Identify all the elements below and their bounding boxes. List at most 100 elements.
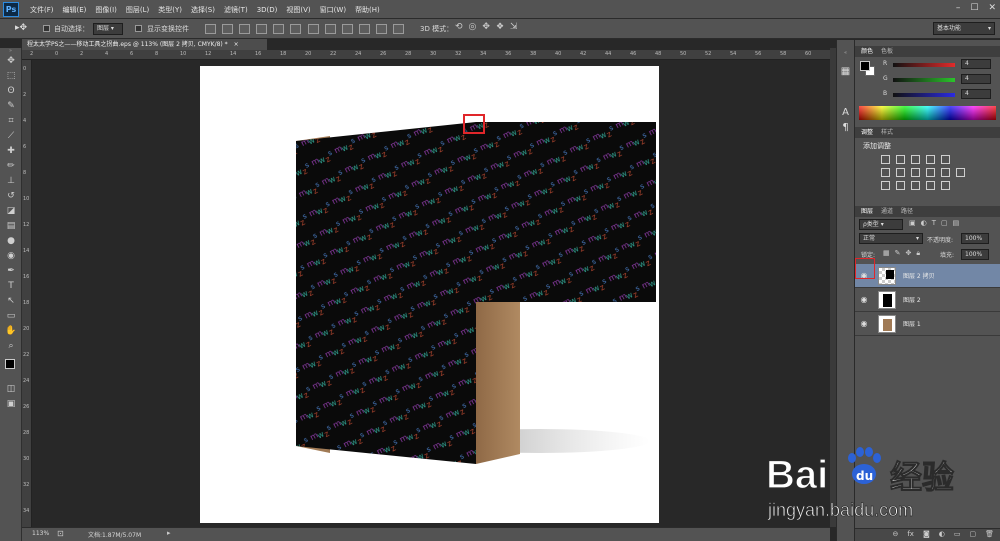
fill-field[interactable]: 100% (961, 249, 989, 260)
hand-tool-icon[interactable]: ✋ (0, 324, 22, 339)
gradient-tool-icon[interactable]: ▤ (0, 219, 22, 234)
blur-tool-icon[interactable]: ● (0, 234, 22, 249)
document-tab[interactable]: 程太太学PS之——移动工具之拐曲.eps @ 113% (图层 2 拷贝, CM… (22, 39, 267, 50)
menu-item[interactable]: 滤镜(T) (224, 5, 248, 15)
distribute-right-icon[interactable] (393, 24, 404, 34)
shape-tool-icon[interactable]: ▭ (0, 309, 22, 324)
channel-slider[interactable] (893, 78, 955, 82)
posterize-icon[interactable] (896, 181, 905, 190)
tab-styles[interactable]: 样式 (881, 127, 893, 138)
close-button[interactable]: ✕ (988, 3, 996, 13)
tab-channels[interactable]: 通道 (881, 206, 893, 217)
layer-row[interactable]: ◉ 图层 1 (855, 312, 1000, 336)
menu-item[interactable]: 窗口(W) (320, 5, 346, 15)
align-hcenter-icon[interactable] (273, 24, 284, 34)
channel-value-field[interactable]: 4 (961, 89, 991, 99)
channel-value-field[interactable]: 4 (961, 74, 991, 84)
3d-roll-icon[interactable]: ◎ (469, 22, 477, 32)
channel-mixer-icon[interactable] (941, 168, 950, 177)
filter-pixel-icon[interactable]: ▣ (909, 219, 916, 227)
zoom-level[interactable]: 113% (32, 530, 49, 537)
auto-select-dropdown[interactable]: 图层 ▾ (93, 23, 123, 35)
tab-layers[interactable]: 图层 (861, 206, 873, 217)
align-left-icon[interactable] (256, 24, 267, 34)
menu-item[interactable]: 视图(V) (286, 5, 310, 15)
eyedropper-tool-icon[interactable]: ⟋ (0, 129, 22, 144)
tab-swatches[interactable]: 色板 (881, 46, 893, 57)
maximize-button[interactable]: ☐ (970, 3, 978, 13)
photo-filter-icon[interactable] (926, 168, 935, 177)
visibility-eye-icon[interactable]: ◉ (859, 319, 869, 329)
channel-slider[interactable] (893, 93, 955, 97)
filter-adjust-icon[interactable]: ◐ (921, 219, 927, 227)
type-tool-icon[interactable]: T (0, 279, 22, 294)
vibrance-icon[interactable] (941, 155, 950, 164)
lock-all-icon[interactable]: 🔒︎ (916, 249, 920, 258)
lock-transparent-icon[interactable]: ▦ (883, 249, 890, 258)
menu-item[interactable]: 3D(D) (257, 6, 278, 14)
menu-item[interactable]: 图层(L) (126, 5, 149, 15)
document-close-icon[interactable]: × (234, 41, 239, 48)
align-bottom-icon[interactable] (239, 24, 250, 34)
distribute-vcenter-icon[interactable] (325, 24, 336, 34)
strip-collapse-icon[interactable]: « (837, 50, 854, 60)
status-menu-icon[interactable]: ⊡ (57, 529, 64, 538)
invert-icon[interactable] (881, 181, 890, 190)
color-lookup-icon[interactable] (956, 168, 965, 177)
brush-tool-icon[interactable]: ✏ (0, 159, 22, 174)
tab-color[interactable]: 颜色 (861, 46, 873, 57)
auto-select-checkbox[interactable] (43, 25, 50, 34)
history-brush-tool-icon[interactable]: ↺ (0, 189, 22, 204)
black-white-icon[interactable] (911, 168, 920, 177)
menu-item[interactable]: 图像(I) (95, 5, 117, 15)
pen-tool-icon[interactable]: ✒ (0, 264, 22, 279)
foreground-color-swatch[interactable] (5, 359, 15, 369)
quick-select-tool-icon[interactable]: ✎ (0, 99, 22, 114)
layer-row[interactable]: ◉ 图层 2 (855, 288, 1000, 312)
menu-item[interactable]: 帮助(H) (355, 5, 380, 15)
tab-adjustments[interactable]: 调整 (861, 127, 873, 138)
quick-mask-icon[interactable]: ◫ (0, 382, 22, 397)
filter-smart-icon[interactable]: ▤ (953, 219, 960, 227)
move-tool-icon[interactable]: ✥ (0, 54, 22, 69)
menu-item[interactable]: 文件(F) (30, 5, 54, 15)
opacity-field[interactable]: 100% (961, 233, 989, 244)
lasso-tool-icon[interactable]: ʘ (0, 84, 22, 99)
path-select-tool-icon[interactable]: ↖ (0, 294, 22, 309)
color-fg-swatch[interactable] (860, 61, 870, 71)
hue-saturation-icon[interactable] (881, 168, 890, 177)
selective-color-icon[interactable] (941, 181, 950, 190)
align-right-icon[interactable] (290, 24, 301, 34)
layer-row[interactable]: ◉ 图层 2 拷贝 (855, 264, 1000, 288)
blend-mode-dropdown[interactable]: 正常 ▾ (859, 233, 923, 244)
filter-type-icon[interactable]: T (932, 219, 936, 227)
visibility-eye-icon[interactable]: ◉ (859, 295, 869, 305)
minimize-button[interactable]: – (956, 3, 961, 13)
exposure-icon[interactable] (926, 155, 935, 164)
status-arrow-icon[interactable]: ▸ (167, 529, 171, 537)
layer-kind-filter[interactable]: ρ类型 ▾ (859, 219, 903, 230)
distribute-bottom-icon[interactable] (342, 24, 353, 34)
menu-item[interactable]: 选择(S) (191, 5, 215, 15)
history-panel-icon[interactable]: ▦ (837, 66, 854, 77)
brightness-icon[interactable] (881, 155, 890, 164)
menu-item[interactable]: 类型(Y) (158, 5, 182, 15)
healing-brush-tool-icon[interactable]: ✚ (0, 144, 22, 159)
align-top-icon[interactable] (205, 24, 216, 34)
character-panel-icon[interactable]: A (837, 107, 854, 118)
workspace-dropdown[interactable]: 基本功能 ▾ (933, 22, 995, 35)
curves-icon[interactable] (911, 155, 920, 164)
clone-stamp-tool-icon[interactable]: ⊥ (0, 174, 22, 189)
tab-paths[interactable]: 路径 (901, 206, 913, 217)
lock-move-icon[interactable]: ✥ (906, 249, 912, 258)
paragraph-panel-icon[interactable]: ¶ (837, 122, 854, 133)
channel-slider[interactable] (893, 63, 955, 67)
color-balance-icon[interactable] (896, 168, 905, 177)
threshold-icon[interactable] (911, 181, 920, 190)
canvas-area[interactable]: m w z s (32, 60, 830, 527)
dodge-tool-icon[interactable]: ◉ (0, 249, 22, 264)
document-canvas[interactable]: m w z s (200, 66, 659, 523)
move-tool-icon[interactable]: ▸✥ (15, 23, 27, 33)
filter-shape-icon[interactable]: ▢ (941, 219, 948, 227)
levels-icon[interactable] (896, 155, 905, 164)
